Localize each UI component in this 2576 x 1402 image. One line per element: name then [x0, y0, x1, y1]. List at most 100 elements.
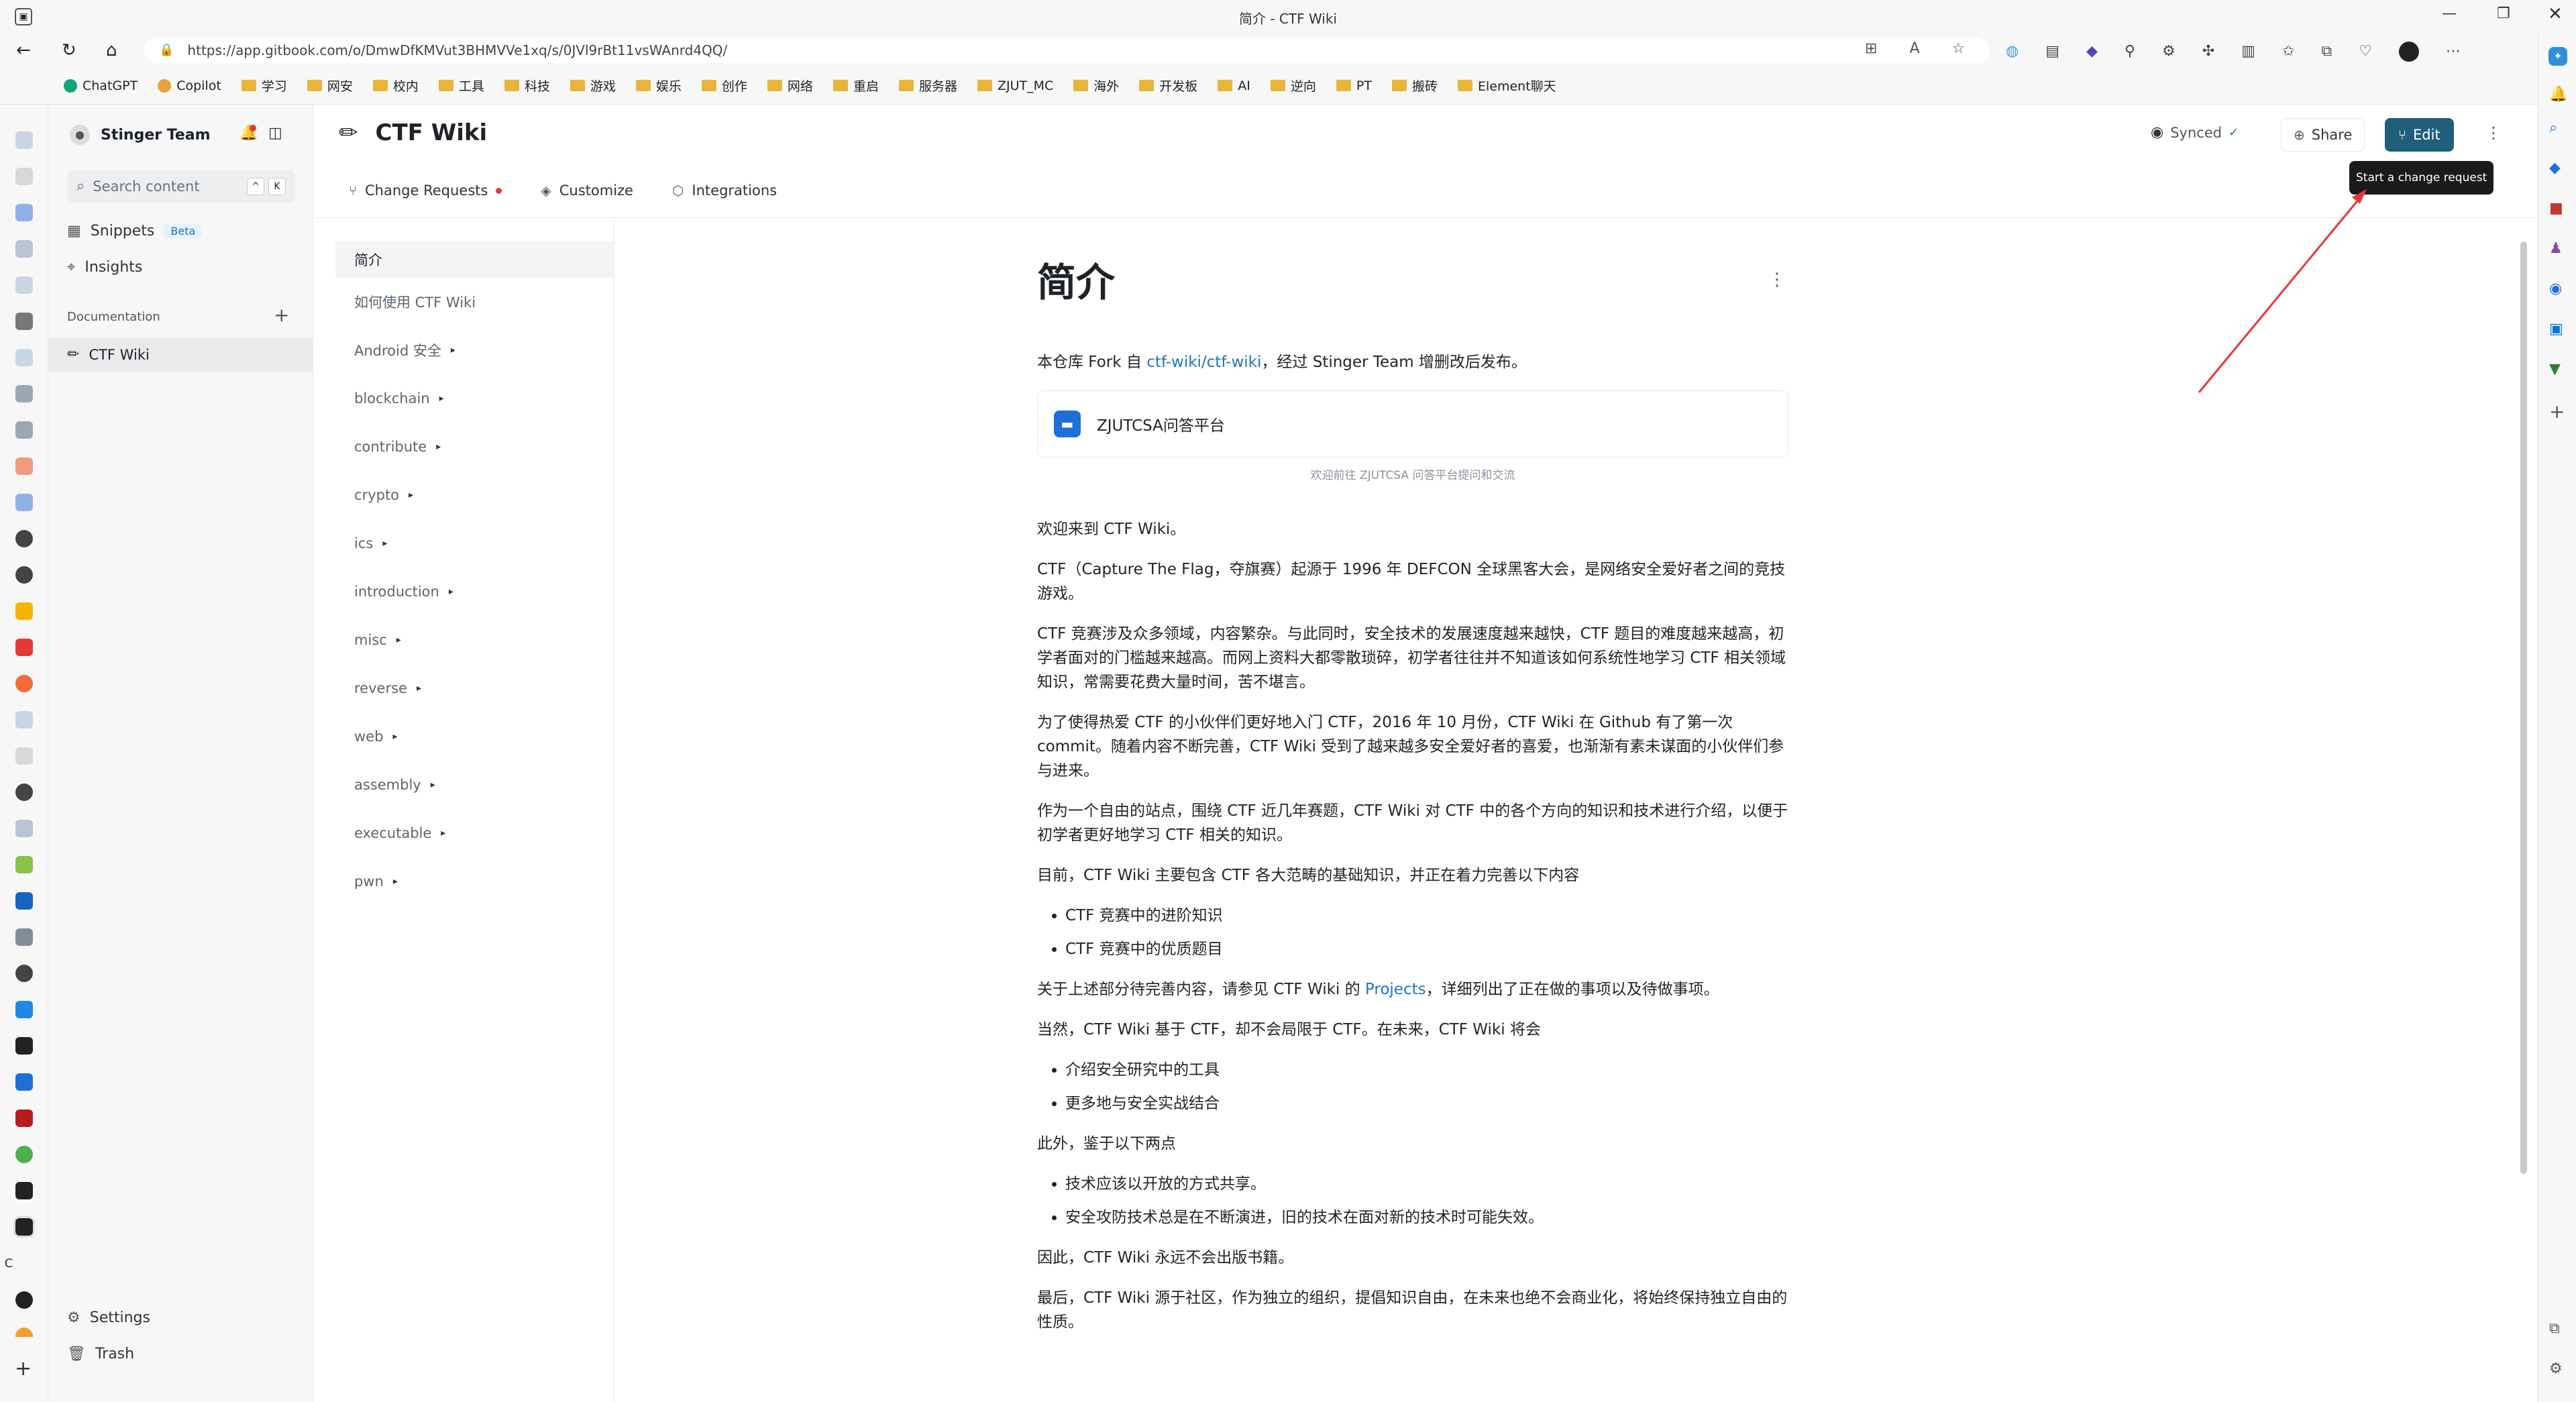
tab-favicon[interactable]: [15, 928, 33, 946]
home-icon[interactable]: ⌂: [106, 42, 117, 59]
tab-favicon[interactable]: [15, 240, 33, 258]
tab-favicon[interactable]: [15, 131, 33, 149]
back-icon[interactable]: ←: [16, 42, 31, 59]
tab-favicon[interactable]: [15, 820, 33, 837]
page-tree-item[interactable]: executable ▸: [335, 809, 614, 857]
tab-favicon[interactable]: [15, 711, 33, 729]
page-tree-item[interactable]: contribute ▸: [335, 423, 614, 471]
bookmark-folder[interactable]: 学习: [241, 76, 287, 95]
search-icon[interactable]: ⌕: [2549, 121, 2557, 136]
bookmark-folder[interactable]: 海外: [1073, 76, 1119, 95]
share-button[interactable]: ⊕ Share: [2281, 118, 2365, 152]
maximize-icon[interactable]: ❐: [2497, 7, 2510, 21]
page-tree-item[interactable]: pwn ▸: [335, 857, 614, 906]
bookmark-folder[interactable]: AI: [1218, 78, 1250, 93]
embed-card[interactable]: ▬ ZJUTCSA问答平台: [1037, 390, 1788, 457]
bookmark-folder[interactable]: ZJUT_MC: [977, 78, 1053, 93]
collections-icon[interactable]: ⧉: [2321, 44, 2332, 59]
sync-status[interactable]: ◉ Synced ✓: [2151, 125, 2239, 141]
tab-favicon[interactable]: C: [0, 1255, 17, 1273]
bookmark-folder[interactable]: 开发板: [1139, 76, 1197, 95]
sidebar-settings-icon[interactable]: ⚙: [2549, 1362, 2563, 1377]
tab-favicon[interactable]: [15, 421, 33, 439]
extension-3-icon[interactable]: ◆: [2086, 44, 2098, 59]
tab-change-requests[interactable]: ⑂ Change Requests: [349, 182, 502, 199]
tab-favicon[interactable]: [15, 1001, 33, 1018]
team-switcher[interactable]: ● Stinger Team: [70, 125, 211, 145]
more-menu-icon[interactable]: ⋯: [2446, 44, 2461, 59]
games-icon[interactable]: ♟: [2549, 241, 2563, 256]
bookmark-folder[interactable]: 工具: [438, 76, 484, 95]
bookmark-folder[interactable]: 逆向: [1270, 76, 1316, 95]
tab-favicon[interactable]: [15, 168, 33, 185]
bookmark-folder[interactable]: 重启: [833, 76, 879, 95]
tab-favicon[interactable]: [15, 494, 33, 511]
page-tree-item[interactable]: ics ▸: [335, 519, 614, 568]
tab-favicon[interactable]: [15, 204, 33, 221]
tab-favicon[interactable]: [15, 602, 33, 620]
close-icon[interactable]: ✕: [2548, 5, 2563, 23]
search-input[interactable]: ⌕ Search content ^ K: [67, 170, 295, 203]
browser-essentials-icon[interactable]: ♡: [2359, 44, 2372, 59]
bookmark-folder[interactable]: 创作: [701, 76, 747, 95]
content-scrollbar[interactable]: [2520, 241, 2527, 1174]
page-tree-item[interactable]: 简介: [335, 241, 614, 278]
new-tab-icon[interactable]: +: [15, 1359, 32, 1379]
fork-link[interactable]: ctf-wiki/ctf-wiki: [1146, 354, 1261, 371]
tab-favicon[interactable]: [15, 276, 33, 294]
add-sidebar-app-icon[interactable]: +: [2549, 402, 2565, 421]
tab-favicon[interactable]: [15, 892, 33, 910]
drop-icon[interactable]: ▼: [2549, 362, 2561, 377]
bookmark-chatgpt[interactable]: ChatGPT: [64, 78, 138, 93]
favorites-icon[interactable]: ✩: [2282, 44, 2294, 59]
microsoft-365-icon[interactable]: ◉: [2549, 282, 2562, 296]
hide-sidebar-icon[interactable]: ⧉: [2549, 1322, 2560, 1336]
bookmark-folder[interactable]: 校内: [372, 76, 419, 95]
reddit-icon[interactable]: [15, 675, 33, 692]
zhihu-icon[interactable]: [15, 1073, 33, 1091]
github-icon[interactable]: [15, 784, 33, 801]
collapse-sidebar-icon[interactable]: ◫: [268, 126, 282, 141]
tab-favicon[interactable]: [15, 457, 33, 475]
more-options-icon[interactable]: ⋮: [2485, 125, 2502, 141]
github-icon[interactable]: [15, 566, 33, 584]
tab-customize[interactable]: ◈ Customize: [541, 182, 633, 199]
page-tree-item[interactable]: assembly ▸: [335, 761, 614, 809]
extension-4-icon[interactable]: ⚲: [2125, 44, 2135, 59]
page-tree-item[interactable]: blockchain ▸: [335, 374, 614, 423]
minimize-icon[interactable]: —: [2442, 7, 2457, 21]
sidebar-item-ctf-wiki[interactable]: ✏ CTF Wiki: [48, 338, 313, 372]
add-space-icon[interactable]: +: [274, 306, 289, 325]
bookmark-folder[interactable]: 搬砖: [1392, 76, 1438, 95]
split-screen-icon[interactable]: ▥: [2241, 44, 2255, 59]
extensions-icon[interactable]: ✣: [2202, 44, 2214, 59]
sidebar-item-settings[interactable]: ⚙ Settings: [67, 1309, 150, 1326]
projects-link[interactable]: Projects: [1365, 981, 1426, 998]
page-tree-item[interactable]: Android 安全 ▸: [335, 326, 614, 374]
page-tree-item[interactable]: web ▸: [335, 712, 614, 761]
extension-1-icon[interactable]: ◍: [2006, 44, 2019, 59]
copilot-icon[interactable]: ✦: [2548, 47, 2567, 66]
page-tree-item[interactable]: 如何使用 CTF Wiki: [335, 278, 614, 326]
github-icon[interactable]: [15, 530, 33, 547]
bookmark-folder[interactable]: 科技: [504, 76, 550, 95]
gitbook-active-tab-icon[interactable]: [13, 1216, 35, 1238]
outlook-icon[interactable]: ▣: [2549, 322, 2563, 337]
extension-5-icon[interactable]: ⚙: [2162, 44, 2176, 59]
address-field[interactable]: 🔒 https://app.gitbook.com/o/DmwDfKMVut3B…: [144, 38, 1989, 63]
favorite-star-icon[interactable]: ☆: [1952, 42, 1966, 56]
tab-favicon[interactable]: [15, 385, 33, 402]
sidebar-item-insights[interactable]: ⌖ Insights: [67, 259, 142, 276]
bookmark-folder[interactable]: 娱乐: [635, 76, 682, 95]
shopping-icon[interactable]: ◆: [2549, 161, 2561, 176]
page-tree-item[interactable]: crypto ▸: [335, 471, 614, 519]
tab-favicon[interactable]: [15, 313, 33, 330]
bookmark-copilot[interactable]: Copilot: [158, 78, 221, 93]
bookmark-folder[interactable]: 游戏: [570, 76, 616, 95]
extension-2-icon[interactable]: ▤: [2045, 44, 2059, 59]
tab-favicon[interactable]: [15, 1110, 33, 1127]
app-available-icon[interactable]: ⊞: [1865, 42, 1877, 56]
read-aloud-icon[interactable]: A: [1909, 42, 1919, 56]
edit-button[interactable]: ⑂ Edit: [2385, 118, 2454, 152]
bookmark-folder[interactable]: 网安: [307, 76, 353, 95]
